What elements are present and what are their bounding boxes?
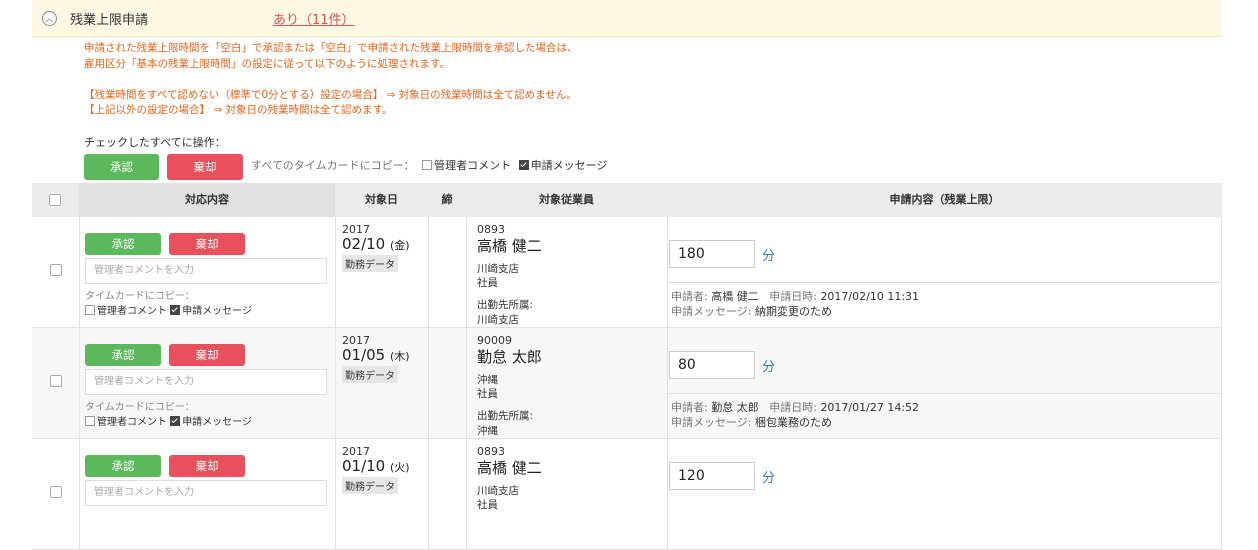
timecard-copy-label: タイムカードにコピー： <box>85 402 195 413</box>
bulk-request-message-checkbox[interactable] <box>518 160 529 170</box>
table-row: 承認 棄却 管理者コメントを入力 2017 01/10 (火) 勤務データ 08… <box>32 439 1222 550</box>
timecard-copy-label: タイムカードにコピー： <box>85 291 195 302</box>
approve-button[interactable]: 承認 <box>85 344 161 366</box>
request-message: 申請メッセージ: 納期変更のため <box>671 305 832 318</box>
row-checkbox[interactable] <box>50 264 62 276</box>
header-employee[interactable]: 対象従業員 <box>466 183 667 217</box>
notice-line: 雇用区分「基本の残業上限時間」の設定に従って以下のように処理されます。 <box>84 58 450 70</box>
header-date[interactable]: 対象日 <box>335 183 428 217</box>
work-data-badge[interactable]: 勤務データ <box>342 255 398 272</box>
header-action[interactable]: 対応内容 <box>79 183 335 217</box>
dispatch-label: 出勤先所属: <box>477 410 534 422</box>
select-all-checkbox[interactable] <box>49 194 61 206</box>
approve-button[interactable]: 承認 <box>85 233 161 255</box>
work-data-badge[interactable]: 勤務データ <box>342 477 398 494</box>
dispatch-value: 沖縄 <box>477 425 498 437</box>
overtime-limit-input[interactable]: 120 <box>669 462 755 490</box>
admin-comment-input[interactable]: 管理者コメントを入力 <box>85 258 327 284</box>
minutes-unit: 分 <box>762 471 776 486</box>
section-title: 残業上限申請 <box>70 13 149 28</box>
table-row: 承認 棄却 管理者コメントを入力 タイムカードにコピー： 管理者コメント 申請メ… <box>32 217 1222 328</box>
overtime-limit-input[interactable]: 80 <box>669 351 755 379</box>
employee-name: 高橋 健二 <box>477 459 542 477</box>
admin-comment-input[interactable]: 管理者コメントを入力 <box>85 369 327 395</box>
employee-branch: 川崎支店 <box>477 263 519 275</box>
target-date: 01/05 (木) <box>342 346 410 364</box>
work-data-badge[interactable]: 勤務データ <box>342 366 398 383</box>
minutes-unit: 分 <box>762 360 776 375</box>
admin-comment-input[interactable]: 管理者コメントを入力 <box>85 480 327 506</box>
bulk-copy-options: すべてのタイムカードにコピー： 管理者コメント 申請メッセージ <box>251 157 607 173</box>
request-message-label: 申請メッセージ <box>182 306 252 317</box>
requester-info: 申請者: 勤怠 太郎 申請日時: 2017/01/27 14:52 <box>671 401 920 414</box>
request-message: 申請メッセージ: 梱包業務のため <box>671 416 832 429</box>
employee-role: 社員 <box>477 388 498 400</box>
target-date: 01/10 (火) <box>342 457 410 475</box>
admin-comment-label: 管理者コメント <box>97 306 167 317</box>
timecard-copy-options: 管理者コメント 申請メッセージ <box>85 413 252 428</box>
notice-line: 申請された残業上限時間を「空白」で承認または「空白」で申請された残業上限時間を承… <box>84 42 578 54</box>
requester-info: 申請者: 高橋 健二 申請日時: 2017/02/10 11:31 <box>671 290 920 303</box>
bulk-action-label: チェックしたすべてに操作： <box>84 136 226 149</box>
bulk-admin-comment-label: 管理者コメント <box>434 159 512 172</box>
notice-line: 【上記以外の設定の場合】 ⇒ 対象日の残業時間は全て認めます。 <box>84 104 393 116</box>
timecard-copy-options: 管理者コメント 申請メッセージ <box>85 302 252 317</box>
reject-button[interactable]: 棄却 <box>169 455 245 477</box>
bulk-request-message-label: 申請メッセージ <box>530 159 608 172</box>
bulk-reject-button[interactable]: 棄却 <box>167 154 243 180</box>
overtime-limit-input[interactable]: 180 <box>669 240 755 268</box>
table-row: 承認 棄却 管理者コメントを入力 タイムカードにコピー： 管理者コメント 申請メ… <box>32 328 1222 439</box>
employee-branch: 川崎支店 <box>477 485 519 497</box>
request-message-checkbox[interactable] <box>170 305 181 315</box>
employee-role: 社員 <box>477 277 498 289</box>
request-message-checkbox[interactable] <box>170 416 181 426</box>
request-count-link[interactable]: あり（11件） <box>273 9 355 28</box>
chevron-up-icon[interactable]: ︿ <box>42 11 57 26</box>
request-message-label: 申請メッセージ <box>182 417 252 428</box>
employee-name: 勤怠 太郎 <box>477 348 542 366</box>
bulk-admin-comment-checkbox[interactable] <box>422 160 433 170</box>
bulk-copy-label: すべてのタイムカードにコピー： <box>251 159 415 172</box>
reject-button[interactable]: 棄却 <box>169 233 245 255</box>
employee-branch: 沖縄 <box>477 374 498 386</box>
header-request: 申請内容（残業上限） <box>889 193 1000 206</box>
notice-line: 【残業時間をすべて認めない（標準で0分とする）設定の場合】 ⇒ 対象日の残業時間… <box>84 89 577 101</box>
table-header: 対応内容 対象日 締 対象従業員 申請内容（残業上限） <box>32 183 1222 217</box>
dispatch-label: 出勤先所属: <box>477 299 534 311</box>
admin-comment-checkbox[interactable] <box>85 416 95 426</box>
target-date: 02/10 (金) <box>342 235 410 253</box>
admin-comment-label: 管理者コメント <box>97 417 167 428</box>
approve-button[interactable]: 承認 <box>85 455 161 477</box>
admin-comment-checkbox[interactable] <box>85 305 95 315</box>
row-checkbox[interactable] <box>50 486 62 498</box>
header-closed: 締 <box>441 193 453 206</box>
employee-name: 高橋 健二 <box>477 237 542 255</box>
row-checkbox[interactable] <box>50 375 62 387</box>
bulk-approve-button[interactable]: 承認 <box>84 154 159 180</box>
minutes-unit: 分 <box>762 249 776 264</box>
section-header: ︿ 残業上限申請 あり（11件） <box>32 0 1222 37</box>
reject-button[interactable]: 棄却 <box>169 344 245 366</box>
dispatch-value: 川崎支店 <box>477 314 519 326</box>
